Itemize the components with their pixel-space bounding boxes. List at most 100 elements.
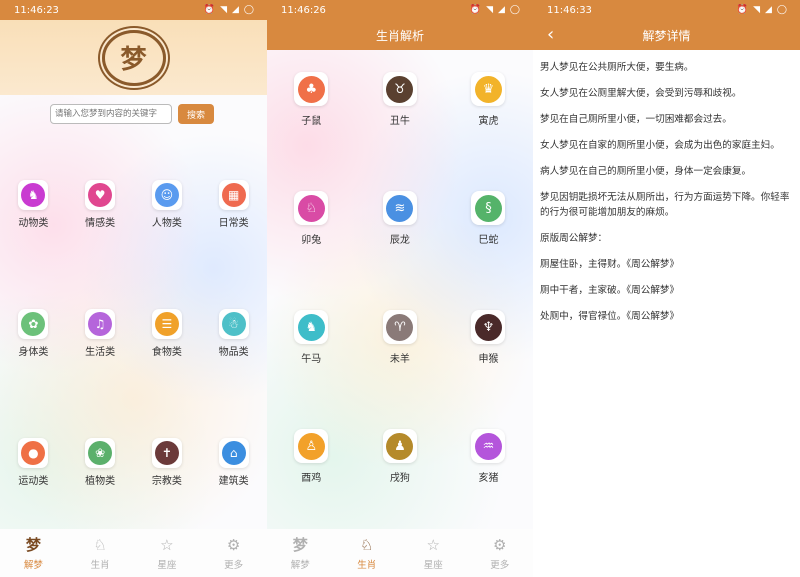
category-tile: ✝ [151,438,182,468]
zodiac-item[interactable]: ♣ 子鼠 [267,72,356,127]
tab-label: 生肖 [90,560,110,571]
battery-icon: ◯ [776,5,788,15]
star-icon: ☆ [160,536,174,554]
food-icon: ☰ [154,312,179,336]
tab-rabbit[interactable]: ♘ 生肖 [67,529,134,577]
search-input[interactable] [50,104,172,124]
search-bar: 搜索 [50,104,214,124]
zodiac-label: 未羊 [389,354,410,365]
category-label: 生活类 [85,347,116,358]
back-arrow-icon[interactable]: ‹ [547,25,554,45]
category-label: 宗教类 [151,476,182,487]
bottom-tab-bar: 梦解梦 ♘ 生肖 ☆ 星座 ⚙ 更多 [267,529,533,577]
zodiac-item[interactable]: ♙ 酉鸡 [267,429,356,484]
tab-dream[interactable]: 梦解梦 [267,529,334,577]
zodiac-item[interactable]: ♉ 丑牛 [356,72,445,127]
category-item[interactable]: ☃ 物品类 [200,309,267,358]
search-button[interactable]: 搜索 [178,104,214,124]
signal-icon: ◢ [232,5,240,15]
category-item[interactable]: ♥ 情感类 [67,180,134,229]
calendar-icon: ▦ [221,183,246,207]
zodiac-item[interactable]: ♘ 卯兔 [267,191,356,246]
detail-paragraph: 梦见因钥匙损坏无法从厕所出，行为方面运势下降。你轻率的行为很可能增加朋友的麻烦。 [540,192,790,218]
zodiac-label: 酉鸡 [301,473,322,484]
tab-gear[interactable]: ⚙ 更多 [467,529,534,577]
category-item[interactable]: ☺ 人物类 [134,180,201,229]
tab-label: 星座 [157,560,177,571]
tab-label: 解梦 [290,560,310,571]
category-item[interactable]: ♫ 生活类 [67,309,134,358]
zodiac-grid: ♣ 子鼠 ♉ 丑牛 ♛ 寅虎 ♘ 卯兔 ≋ 辰龙 § 巳蛇 ♞ 午马 ♈ 未羊 ♆ 申猴 ♙ 酉鸡 ♟ 戌狗 ♒ 亥猪 [267,72,533,484]
zodiac-label: 戌狗 [389,473,410,484]
wifi-icon: ◥ [220,5,228,15]
tab-label: 星座 [423,560,443,571]
zodiac-item[interactable]: § 巳蛇 [444,191,533,246]
zodiac-label: 子鼠 [301,116,322,127]
tiger-icon: ♛ [474,75,502,103]
zodiac-tile: ♆ [471,310,506,344]
category-item[interactable]: ✝ 宗教类 [134,438,201,487]
category-item[interactable]: ▦ 日常类 [200,180,267,229]
tab-gear[interactable]: ⚙ 更多 [200,529,267,577]
dream-icon: 梦 [25,536,41,554]
gear-icon: ⚙ [493,536,507,554]
category-item[interactable]: ☰ 食物类 [134,309,201,358]
building-icon: ⌂ [221,441,246,465]
category-tile: ▦ [218,180,249,210]
zodiac-item[interactable]: ♒ 亥猪 [444,429,533,484]
item-icon: ☃ [221,312,246,336]
detail-paragraph: 厕屋住卧，主得财。《周公解梦》 [540,259,680,270]
zodiac-tile: ♘ [294,191,329,225]
zodiac-item[interactable]: ♟ 戌狗 [356,429,445,484]
hero-banner: 梦 [0,20,267,95]
tab-dream[interactable]: 梦解梦 [0,529,67,577]
zodiac-tile: ♞ [294,310,329,344]
animal-icon: ♞ [21,183,46,207]
zodiac-tile: ♈ [382,310,417,344]
rabbit-icon: ♘ [93,536,107,554]
zodiac-tile: § [471,191,506,225]
wifi-icon: ◥ [753,5,761,15]
zodiac-tile: ♛ [471,72,506,106]
dragon-icon: ≋ [386,194,414,222]
category-item[interactable]: ♞ 动物类 [0,180,67,229]
zodiac-tile: ♙ [294,429,329,463]
zodiac-item[interactable]: ♞ 午马 [267,310,356,365]
alarm-icon: ⏰ [469,5,483,15]
gear-icon: ⚙ [226,536,241,554]
status-time: 11:46:26 [281,4,326,16]
detail-paragraph: 男人梦见在公共厕所大便，要生病。 [540,62,694,73]
tab-label: 更多 [490,560,510,571]
category-item[interactable]: ● 运动类 [0,438,67,487]
pig-icon: ♒ [474,432,502,460]
zodiac-item[interactable]: ♛ 寅虎 [444,72,533,127]
category-label: 人物类 [151,218,182,229]
zodiac-label: 午马 [301,354,322,365]
star-icon: ☆ [426,536,440,554]
zodiac-label: 卯兔 [301,235,322,246]
category-item[interactable]: ✿ 身体类 [0,309,67,358]
category-tile: ♫ [85,309,116,339]
detail-paragraph: 女人梦见在公厕里解大便，会受到污辱和歧视。 [540,88,742,99]
category-label: 动物类 [18,218,49,229]
zodiac-item[interactable]: ≋ 辰龙 [356,191,445,246]
page-title: 解梦详情 [642,28,691,43]
music-icon: ♫ [88,312,113,336]
category-tile: ♞ [18,180,49,210]
zodiac-item[interactable]: ♈ 未羊 [356,310,445,365]
title-bar: 生肖解析 [267,20,533,50]
body-icon: ✿ [21,312,46,336]
tab-star[interactable]: ☆ 星座 [134,529,201,577]
tab-star[interactable]: ☆ 星座 [400,529,467,577]
sheep-icon: ♈ [386,313,414,341]
tab-rabbit[interactable]: ♘ 生肖 [334,529,401,577]
tab-label: 更多 [224,560,244,571]
zodiac-item[interactable]: ♆ 申猴 [444,310,533,365]
category-item[interactable]: ❀ 植物类 [67,438,134,487]
category-item[interactable]: ⌂ 建筑类 [200,438,267,487]
category-label: 植物类 [85,476,116,487]
dream-home-screen: 11:46:23 ⏰ ◥ ◢ ◯ 梦 搜索 ♞ 动物类 ♥ 情感类 ☺ 人物类 ▦ 日常类 ✿ 身… [0,0,267,577]
zodiac-label: 辰龙 [389,235,410,246]
zodiac-label: 丑牛 [389,116,410,127]
rabbit-icon: ♘ [297,194,325,222]
